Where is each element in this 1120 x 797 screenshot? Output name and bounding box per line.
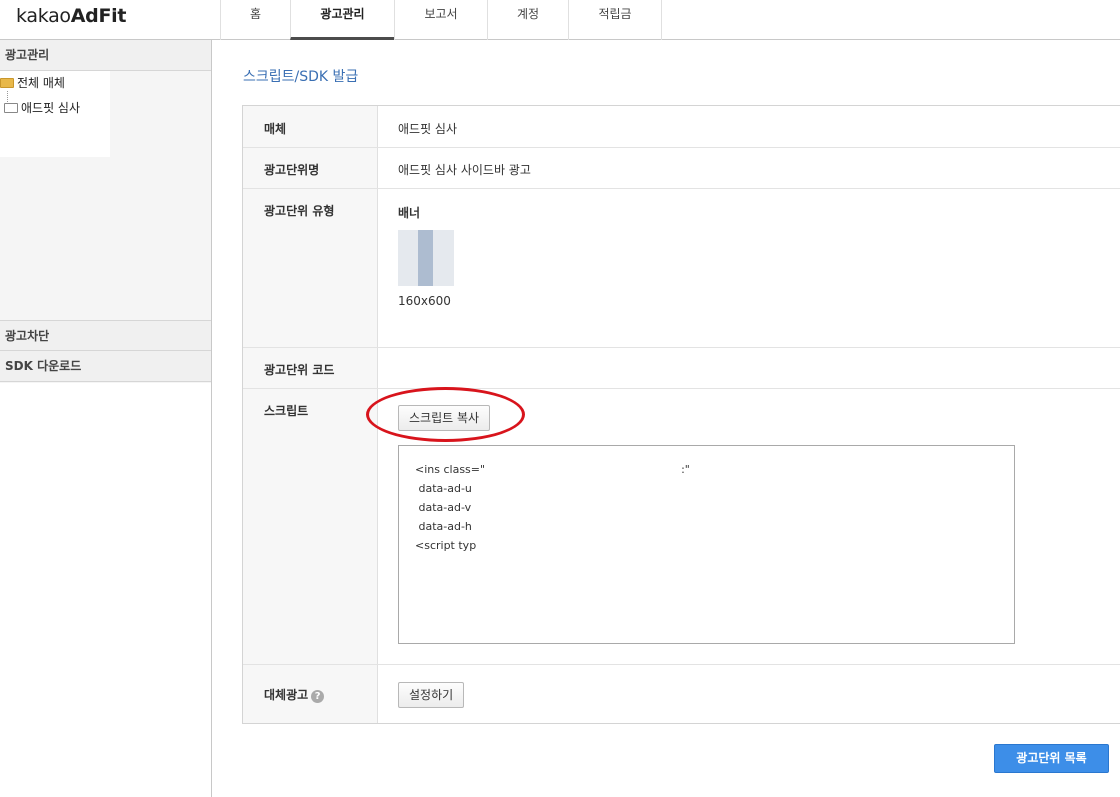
logo-text-kakao: kakao xyxy=(16,5,71,27)
sidebar-section-ad-management[interactable]: 광고관리 xyxy=(0,40,211,71)
sidebar: 광고관리 전체 매체 애드핏 심사 광고차단 SDK 다운로드 xyxy=(0,40,212,797)
nav-tab-report[interactable]: 보고서 xyxy=(394,0,487,40)
script-line: <ins class=" :" xyxy=(415,460,998,479)
row-divider xyxy=(243,347,1120,348)
script-line: data-ad-u xyxy=(415,482,472,495)
script-textarea[interactable]: <ins class=" :" data-ad-u data-ad-v data-… xyxy=(398,445,1015,644)
unit-type-label: 광고단위 유형 xyxy=(264,204,335,218)
banner-size-thumbnail[interactable] xyxy=(398,230,454,286)
page-title: 스크립트/SDK 발급 xyxy=(243,69,359,85)
row-divider xyxy=(243,664,1120,665)
nav-tab-reward[interactable]: 적립금 xyxy=(568,0,662,40)
tree-item-all-media[interactable]: 전체 매체 xyxy=(0,73,65,93)
annotation-highlight-ellipse xyxy=(366,387,525,442)
sidebar-section-ad-block[interactable]: 광고차단 xyxy=(0,320,211,351)
script-line: data-ad-h xyxy=(415,520,472,533)
banner-thumbnail-bar xyxy=(418,230,433,286)
unit-code-label: 광고단위 코드 xyxy=(264,363,335,377)
row-divider xyxy=(243,147,1120,148)
nav-tab-ad-management[interactable]: 광고관리 xyxy=(290,0,394,40)
kakao-adfit-logo[interactable]: kakaoAdFit xyxy=(16,5,126,27)
nav-tab-home[interactable]: 홈 xyxy=(220,0,290,40)
media-tree: 전체 매체 애드핏 심사 xyxy=(0,71,110,157)
unit-name-value: 애드핏 심사 사이드바 광고 xyxy=(398,163,531,177)
ad-unit-list-button[interactable]: 광고단위 목록 xyxy=(994,744,1109,773)
script-line: <script typ xyxy=(415,539,477,552)
tree-item-adfit-review[interactable]: 애드핏 심사 xyxy=(4,98,80,118)
fallback-ad-label-text: 대체광고 xyxy=(264,688,309,702)
main-nav: 홈 광고관리 보고서 계정 적립금 xyxy=(220,0,662,40)
script-line-tail: :" xyxy=(681,463,690,476)
media-label: 매체 xyxy=(264,122,287,136)
top-header: kakaoAdFit 홈 광고관리 보고서 계정 적립금 xyxy=(0,0,1120,40)
media-value: 애드핏 심사 xyxy=(398,122,458,136)
folder-open-icon xyxy=(0,78,14,88)
logo-text-adfit: AdFit xyxy=(70,5,127,27)
tree-item-label: 애드핏 심사 xyxy=(21,101,81,115)
fallback-ad-label: 대체광고? xyxy=(264,686,325,703)
script-line-text: <ins class=" xyxy=(415,463,486,476)
unit-name-label: 광고단위명 xyxy=(264,163,320,177)
tree-item-label: 전체 매체 xyxy=(17,76,65,90)
sidebar-empty-area xyxy=(0,383,211,797)
setup-fallback-button[interactable]: 설정하기 xyxy=(398,682,465,708)
folder-icon xyxy=(4,103,18,113)
script-label: 스크립트 xyxy=(264,404,309,418)
sidebar-section-sdk-download[interactable]: SDK 다운로드 xyxy=(0,351,211,382)
row-divider xyxy=(243,188,1120,189)
unit-type-value: 배너 xyxy=(398,206,421,220)
question-circle-icon[interactable]: ? xyxy=(311,690,325,703)
banner-size-label: 160x600 xyxy=(398,294,451,308)
script-line: data-ad-v xyxy=(415,501,472,514)
row-divider xyxy=(243,388,1120,389)
nav-tab-account[interactable]: 계정 xyxy=(487,0,568,40)
